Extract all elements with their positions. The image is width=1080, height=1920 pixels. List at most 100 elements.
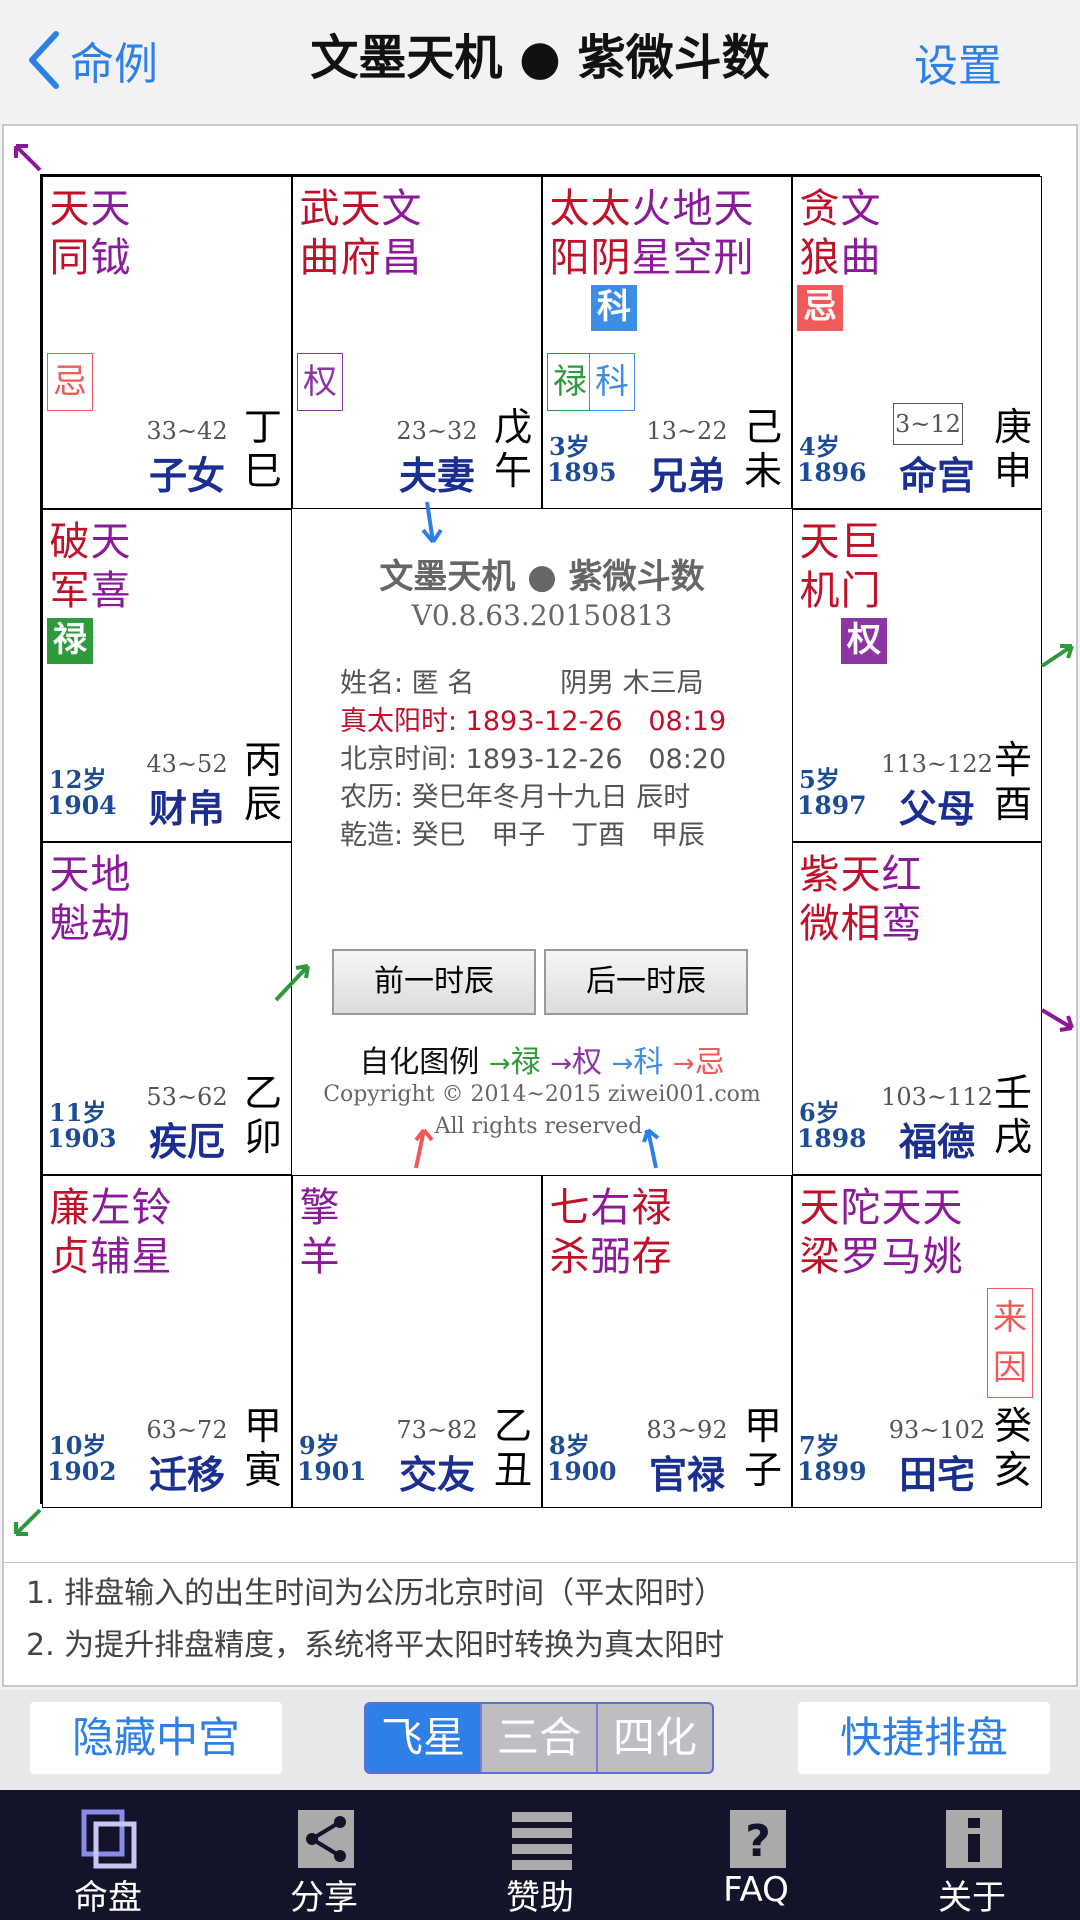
palace-name: 交友 (398, 1453, 475, 1497)
chart-icon (81, 1809, 137, 1869)
notes: 1. 排盘输入的出生时间为公历北京时间（平太阳时） 2. 为提升排盘精度，系统将… (26, 1568, 724, 1672)
legend-item: →忌 (672, 1045, 725, 1080)
palace-cell-you[interactable]: 天机 巨门权 5岁 1897 113~122 父母 辛酉 (792, 509, 1042, 842)
legend-item: →权 (550, 1045, 602, 1080)
decade-range: 103~112 (881, 1083, 993, 1111)
version-label: V0.8.63.20150813 (411, 599, 673, 632)
sihua-badge: 禄 (47, 618, 93, 664)
tab-label: FAQ (723, 1870, 789, 1910)
side-arrow-right-purple-icon (1040, 1008, 1074, 1032)
nav-bar: 命例 文墨天机 ● 紫微斗数 设置 (0, 0, 1080, 125)
star-name: 巨门 (840, 519, 881, 614)
tab-sponsor[interactable]: 赞助 (470, 1790, 610, 1920)
palace-cell-shen[interactable]: 贪狼 文曲忌 4岁 1896 3~12 命宫 庚申 (792, 176, 1042, 509)
decade-range: 113~122 (881, 750, 993, 778)
year-label: 1895 (547, 458, 617, 487)
palace-name: 田宅 (898, 1453, 975, 1497)
star-name: 天钺 (90, 186, 131, 281)
ziwei-chart-grid: 天同 天钺忌 33~42 子女 丁巳 武曲 天府 文昌权 23~32 夫妻 戊午 太阳 太阴 火星 地空 天刑… (40, 174, 1042, 1508)
age-label: 4岁 (799, 432, 840, 461)
year-label: 1900 (547, 1457, 617, 1486)
age-label: 8岁 (549, 1431, 590, 1460)
ganzhi-label: 乙卯 (243, 1071, 282, 1159)
menu-icon (512, 1812, 572, 1870)
center-info-panel: 文墨天机 ● 紫微斗数 V0.8.63.20150813 姓名: 匿 名 阴男 木三… (292, 509, 792, 1173)
control-bar: 隐藏中宫 飞星 三合 四化 快捷排盘 (0, 1690, 1080, 1790)
star-name: 天府 (340, 186, 381, 281)
ganzhi-label: 辛酉 (993, 738, 1032, 826)
ganzhi-label: 己未 (743, 405, 782, 493)
star-name: 擎羊 (299, 1185, 340, 1280)
palace-cell-mao[interactable]: 天魁 地劫 11岁 1903 53~62 疾厄 乙卯 (42, 842, 292, 1175)
bazi-line: 乾造: 癸巳 甲子 丁酉 甲辰 (340, 820, 705, 851)
tab-mingpan[interactable]: 命盘 (38, 1790, 178, 1920)
note-line: 2. 为提升排盘精度，系统将平太阳时转换为真太阳时 (26, 1628, 725, 1663)
side-arrow-right-green-icon (1040, 644, 1074, 668)
year-label: 1896 (797, 458, 867, 487)
age-label: 11岁 (49, 1098, 107, 1127)
settings-button[interactable]: 设置 (914, 30, 1002, 94)
hide-center-button[interactable]: 隐藏中宫 (30, 1702, 282, 1774)
segment-sanhe[interactable]: 三合 (482, 1704, 598, 1772)
decade-range: 43~52 (146, 750, 228, 778)
segment-sihua[interactable]: 四化 (598, 1704, 712, 1772)
tab-share[interactable]: 分享 (254, 1790, 394, 1920)
next-hour-button[interactable]: 后一时辰 (544, 949, 748, 1015)
sihua-badge: 科 (591, 285, 637, 331)
ganzhi-label: 癸亥 (993, 1404, 1032, 1492)
palace-cell-wei[interactable]: 太阳 太阴 火星 地空 天刑科禄科 3岁 1895 13~22 兄弟 己未 (542, 176, 792, 509)
prev-hour-button[interactable]: 前一时辰 (332, 949, 536, 1015)
self-sihua-badge: 禄 (547, 353, 593, 411)
info-icon (946, 1810, 1002, 1868)
star-list: 武曲 天府 文昌 (299, 185, 422, 283)
star-name: 天姚 (922, 1185, 963, 1280)
star-name: 红鸾 (881, 852, 922, 947)
faq-icon: ? (730, 1810, 786, 1868)
star-list: 天魁 地劫 (49, 851, 131, 949)
palace-cell-wu[interactable]: 武曲 天府 文昌权 23~32 夫妻 戊午 (292, 176, 542, 509)
star-name: 七杀 (549, 1185, 590, 1280)
self-sihua-badge: 权 (297, 353, 343, 411)
tab-about[interactable]: 关于 (902, 1790, 1042, 1920)
palace-cell-zi[interactable]: 七杀 右弼 禄存 8岁 1900 83~92 官禄 甲子 (542, 1175, 792, 1508)
palace-cell-chen[interactable]: 破军 天喜禄 12岁 1904 43~52 财帛 丙辰 (42, 509, 292, 842)
age-label: 3岁 (549, 432, 590, 461)
palace-cell-xu[interactable]: 紫微 天相 红鸾 6岁 1898 103~112 福德 壬戌 (792, 842, 1042, 1175)
legend-label: 自化图例 (359, 1045, 480, 1080)
decade-range: 93~102 (888, 1416, 986, 1444)
star-list: 紫微 天相 红鸾 (799, 851, 922, 949)
decade-range: 23~32 (396, 417, 478, 445)
star-list: 擎羊 (299, 1184, 340, 1282)
beijing-time: 北京时间: 1893-12-26 08:20 (340, 744, 727, 775)
age-label: 5岁 (799, 765, 840, 794)
palace-name: 福德 (898, 1120, 975, 1164)
palace-cell-hai[interactable]: 天梁 陀罗 天马 天姚 来因 7岁 1899 93~102 田宅 癸亥 (792, 1175, 1042, 1508)
star-name: 廉贞 (49, 1185, 90, 1280)
star-list: 天机 巨门 (799, 518, 881, 616)
quick-chart-button[interactable]: 快捷排盘 (798, 1702, 1050, 1774)
tab-faq[interactable]: ? FAQ (686, 1790, 826, 1920)
year-label: 1904 (47, 791, 117, 820)
palace-name: 兄弟 (648, 454, 725, 498)
segment-feixing[interactable]: 飞星 (366, 1704, 482, 1772)
star-name: 地空 (672, 186, 713, 281)
year-label: 1899 (797, 1457, 867, 1486)
self-sihua-badge: 科 (589, 353, 635, 411)
star-name: 火星 (631, 186, 672, 281)
palace-cell-yin[interactable]: 廉贞 左辅 铃星 10岁 1902 63~72 迁移 甲寅 (42, 1175, 292, 1508)
palace-cell-si[interactable]: 天同 天钺忌 33~42 子女 丁巳 (42, 176, 292, 509)
star-list: 贪狼 文曲 (799, 185, 881, 283)
star-name: 右弼 (590, 1185, 631, 1280)
palace-name: 父母 (898, 787, 975, 831)
laiyin-badge: 来因 (987, 1288, 1033, 1398)
ganzhi-label: 甲子 (743, 1404, 782, 1492)
star-name: 贪狼 (799, 186, 840, 281)
tab-label: 关于 (938, 1878, 1006, 1918)
star-list: 破军 天喜 (49, 518, 131, 616)
decade-range: 83~92 (646, 1416, 728, 1444)
decade-range: 63~72 (146, 1416, 228, 1444)
ganzhi-label: 丙辰 (243, 738, 282, 826)
age-label: 12岁 (49, 765, 107, 794)
palace-cell-chou[interactable]: 擎羊 9岁 1901 73~82 交友 乙丑 (292, 1175, 542, 1508)
star-name: 太阴 (590, 186, 631, 281)
